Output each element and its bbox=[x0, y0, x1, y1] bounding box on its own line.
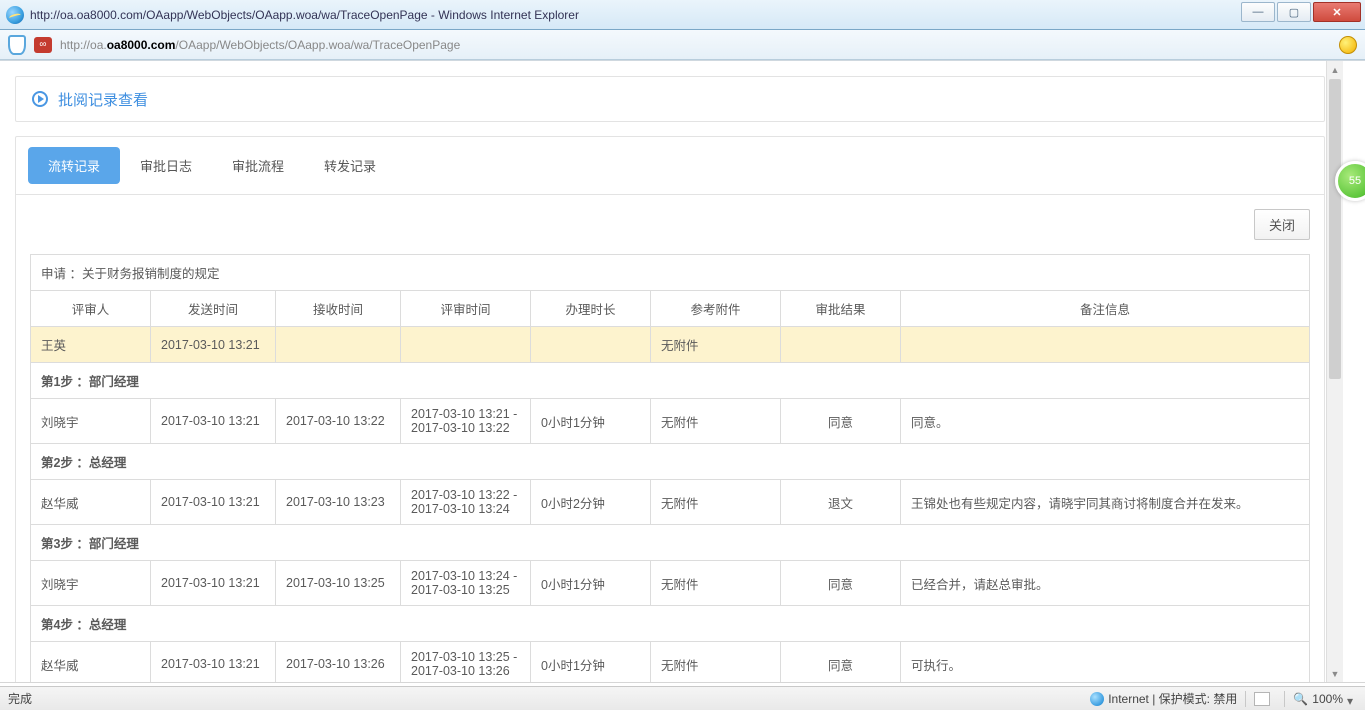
step-header: 第1步 ：部门经理 bbox=[31, 363, 1310, 399]
window-maximize-button[interactable]: ▢ bbox=[1277, 2, 1311, 22]
col-recv: 接收时间 bbox=[276, 291, 401, 327]
page-title: 批阅记录查看 bbox=[58, 89, 148, 110]
tab-approval-log[interactable]: 审批日志 bbox=[120, 147, 212, 184]
col-send: 发送时间 bbox=[151, 291, 276, 327]
vertical-scrollbar[interactable]: ▲ ▼ bbox=[1326, 61, 1343, 682]
col-duration: 办理时长 bbox=[531, 291, 651, 327]
col-result: 审批结果 bbox=[781, 291, 901, 327]
step-header: 第2步 ：总经理 bbox=[31, 444, 1310, 480]
browser-viewport: 批阅记录查看 流转记录 审批日志 审批流程 转发记录 关闭 bbox=[0, 60, 1365, 682]
step-row: 刘晓宇2017-03-10 13:212017-03-10 13:222017-… bbox=[31, 399, 1310, 444]
zoom-icon[interactable]: 🔍 bbox=[1293, 692, 1308, 706]
status-box-icon[interactable] bbox=[1254, 692, 1270, 706]
page-header: 批阅记录查看 bbox=[15, 76, 1325, 122]
window-minimize-button[interactable]: ― bbox=[1241, 2, 1275, 22]
status-bar: 完成 Internet | 保护模式: 禁用 🔍 100% ▾ bbox=[0, 686, 1365, 710]
address-bar: ∞ http://oa.oa8000.com/OAapp/WebObjects/… bbox=[0, 30, 1365, 60]
tab-approval-flow[interactable]: 审批流程 bbox=[212, 147, 304, 184]
step-header: 第4步 ：总经理 bbox=[31, 606, 1310, 642]
scroll-down-button[interactable]: ▼ bbox=[1327, 665, 1343, 682]
table-banner: 申请 ：关于财务报销制度的规定 bbox=[31, 255, 1310, 291]
close-button-top[interactable]: 关闭 bbox=[1254, 209, 1310, 240]
col-reviewer: 评审人 bbox=[31, 291, 151, 327]
table-header-row: 评审人 发送时间 接收时间 评审时间 办理时长 参考附件 审批结果 备注信息 bbox=[31, 291, 1310, 327]
step-row: 刘晓宇2017-03-10 13:212017-03-10 13:252017-… bbox=[31, 561, 1310, 606]
col-attach: 参考附件 bbox=[651, 291, 781, 327]
step-header: 第3步 ：部门经理 bbox=[31, 525, 1310, 561]
window-titlebar: http://oa.oa8000.com/OAapp/WebObjects/OA… bbox=[0, 0, 1365, 30]
ie-icon bbox=[6, 6, 24, 24]
trace-table: 申请 ：关于财务报销制度的规定 评审人 发送时间 接收时间 评审时间 办理时长 … bbox=[30, 254, 1310, 682]
status-zone: Internet | 保护模式: 禁用 bbox=[1108, 690, 1237, 707]
col-review: 评审时间 bbox=[401, 291, 531, 327]
tab-forward-record[interactable]: 转发记录 bbox=[304, 147, 396, 184]
bullet-icon bbox=[32, 91, 48, 107]
scroll-thumb[interactable] bbox=[1329, 79, 1341, 379]
favicon: ∞ bbox=[34, 37, 52, 53]
window-title: http://oa.oa8000.com/OAapp/WebObjects/OA… bbox=[30, 8, 579, 22]
smiley-icon[interactable] bbox=[1339, 36, 1357, 54]
globe-icon bbox=[1090, 692, 1104, 706]
step-row: 赵华威2017-03-10 13:212017-03-10 13:232017-… bbox=[31, 480, 1310, 525]
address-text[interactable]: http://oa.oa8000.com/OAapp/WebObjects/OA… bbox=[60, 38, 460, 52]
status-left: 完成 bbox=[8, 690, 32, 707]
col-remark: 备注信息 bbox=[901, 291, 1310, 327]
zoom-dropdown[interactable]: ▾ bbox=[1347, 694, 1357, 704]
scroll-up-button[interactable]: ▲ bbox=[1327, 61, 1343, 78]
main-panel: 流转记录 审批日志 审批流程 转发记录 关闭 申请 ：关于财务报销制度的规 bbox=[15, 136, 1325, 682]
tab-flow-record[interactable]: 流转记录 bbox=[28, 147, 120, 184]
window-close-button[interactable]: ✕ bbox=[1313, 2, 1361, 22]
current-row: 王英 2017-03-10 13:21 无附件 bbox=[31, 327, 1310, 363]
step-row: 赵华威2017-03-10 13:212017-03-10 13:262017-… bbox=[31, 642, 1310, 683]
zoom-level: 100% bbox=[1312, 692, 1343, 706]
tab-bar: 流转记录 审批日志 审批流程 转发记录 bbox=[16, 137, 1324, 195]
shield-icon[interactable] bbox=[8, 35, 26, 55]
